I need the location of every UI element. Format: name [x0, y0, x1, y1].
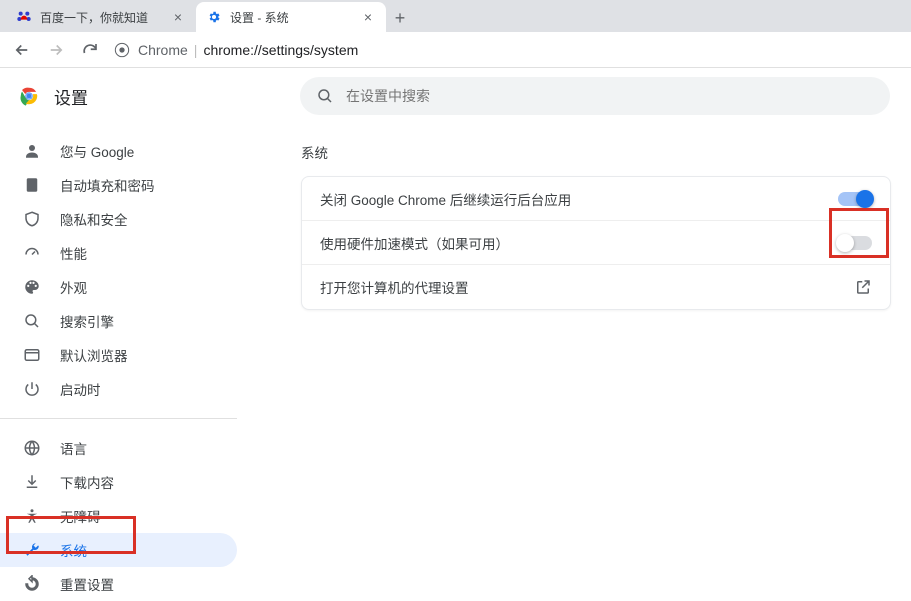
sidebar-item-autofill[interactable]: 自动填充和密码 — [0, 168, 237, 202]
row-label: 打开您计算机的代理设置 — [320, 277, 854, 297]
palette-icon — [22, 277, 42, 297]
url-prefix: Chrome — [138, 42, 188, 58]
sidebar-item-you-google[interactable]: 您与 Google — [0, 134, 237, 168]
address-bar[interactable]: Chrome | chrome://settings/system — [110, 36, 903, 64]
sidebar-item-label: 无障碍 — [60, 506, 101, 526]
forward-button[interactable] — [42, 36, 70, 64]
url-path: chrome://settings/system — [203, 42, 358, 58]
toggle-background-apps[interactable] — [838, 192, 872, 206]
close-icon[interactable]: × — [170, 9, 186, 25]
back-button[interactable] — [8, 36, 36, 64]
tab-baidu[interactable]: 百度一下，你就知道 × — [6, 2, 196, 32]
toggle-hardware-accel[interactable] — [838, 236, 872, 250]
sidebar-item-label: 您与 Google — [60, 141, 134, 161]
sidebar-item-label: 性能 — [60, 243, 87, 263]
close-icon[interactable]: × — [360, 9, 376, 25]
sidebar-item-search-engine[interactable]: 搜索引擎 — [0, 304, 237, 338]
row-proxy-settings[interactable]: 打开您计算机的代理设置 — [302, 265, 890, 309]
globe-icon — [22, 438, 42, 458]
sidebar-item-label: 语言 — [60, 438, 87, 458]
sidebar-item-accessibility[interactable]: 无障碍 — [0, 499, 237, 533]
settings-header: 设置 — [0, 68, 911, 124]
sidebar-item-label: 外观 — [60, 277, 87, 297]
sidebar-item-appearance[interactable]: 外观 — [0, 270, 237, 304]
sidebar-item-privacy[interactable]: 隐私和安全 — [0, 202, 237, 236]
chrome-logo-icon — [18, 85, 40, 107]
sidebar-item-languages[interactable]: 语言 — [0, 431, 237, 465]
sidebar: 您与 Google 自动填充和密码 隐私和安全 性能 外观 搜索引擎 默认浏览器 — [0, 68, 237, 589]
tab-settings[interactable]: 设置 - 系统 × — [196, 2, 386, 32]
search-icon — [316, 87, 334, 105]
row-hardware-accel[interactable]: 使用硬件加速模式（如果可用） — [302, 221, 890, 265]
accessibility-icon — [22, 506, 42, 526]
sidebar-item-label: 默认浏览器 — [60, 345, 128, 365]
sidebar-item-downloads[interactable]: 下载内容 — [0, 465, 237, 499]
page-title: 设置 — [54, 84, 88, 109]
sidebar-divider — [0, 418, 237, 419]
shield-icon — [22, 209, 42, 229]
wrench-icon — [22, 540, 42, 560]
power-icon — [22, 379, 42, 399]
row-background-apps[interactable]: 关闭 Google Chrome 后继续运行后台应用 — [302, 177, 890, 221]
download-icon — [22, 472, 42, 492]
sidebar-item-label: 自动填充和密码 — [60, 175, 155, 195]
tab-title: 设置 - 系统 — [230, 9, 360, 26]
settings-search[interactable] — [300, 77, 890, 115]
search-input[interactable] — [346, 88, 874, 104]
reload-button[interactable] — [76, 36, 104, 64]
speedometer-icon — [22, 243, 42, 263]
tab-strip: 百度一下，你就知道 × 设置 - 系统 × + — [0, 0, 911, 32]
sidebar-item-reset[interactable]: 重置设置 — [0, 567, 237, 601]
row-label: 使用硬件加速模式（如果可用） — [320, 233, 838, 253]
chrome-info-icon — [114, 42, 130, 58]
sidebar-item-label: 下载内容 — [60, 472, 114, 492]
gear-favicon — [206, 9, 222, 25]
browser-toolbar: Chrome | chrome://settings/system — [0, 32, 911, 68]
sidebar-item-label: 启动时 — [60, 379, 101, 399]
sidebar-item-label: 重置设置 — [60, 574, 114, 594]
reset-icon — [22, 574, 42, 594]
new-tab-button[interactable]: + — [386, 4, 414, 32]
sidebar-item-label: 系统 — [60, 540, 87, 560]
search-icon — [22, 311, 42, 331]
sidebar-item-on-startup[interactable]: 启动时 — [0, 372, 237, 406]
sidebar-item-default-browser[interactable]: 默认浏览器 — [0, 338, 237, 372]
row-label: 关闭 Google Chrome 后继续运行后台应用 — [320, 189, 838, 209]
sidebar-item-label: 搜索引擎 — [60, 311, 114, 331]
browser-icon — [22, 345, 42, 365]
tab-title: 百度一下，你就知道 — [40, 9, 170, 26]
sidebar-item-performance[interactable]: 性能 — [0, 236, 237, 270]
main-content: 系统 关闭 Google Chrome 后继续运行后台应用 使用硬件加速模式（如… — [237, 68, 911, 589]
clipboard-icon — [22, 175, 42, 195]
person-icon — [22, 141, 42, 161]
baidu-favicon — [16, 9, 32, 25]
sidebar-item-label: 隐私和安全 — [60, 209, 128, 229]
section-title: 系统 — [301, 142, 891, 162]
settings-card: 关闭 Google Chrome 后继续运行后台应用 使用硬件加速模式（如果可用… — [301, 176, 891, 310]
sidebar-item-system[interactable]: 系统 — [0, 533, 237, 567]
external-link-icon — [854, 278, 872, 296]
